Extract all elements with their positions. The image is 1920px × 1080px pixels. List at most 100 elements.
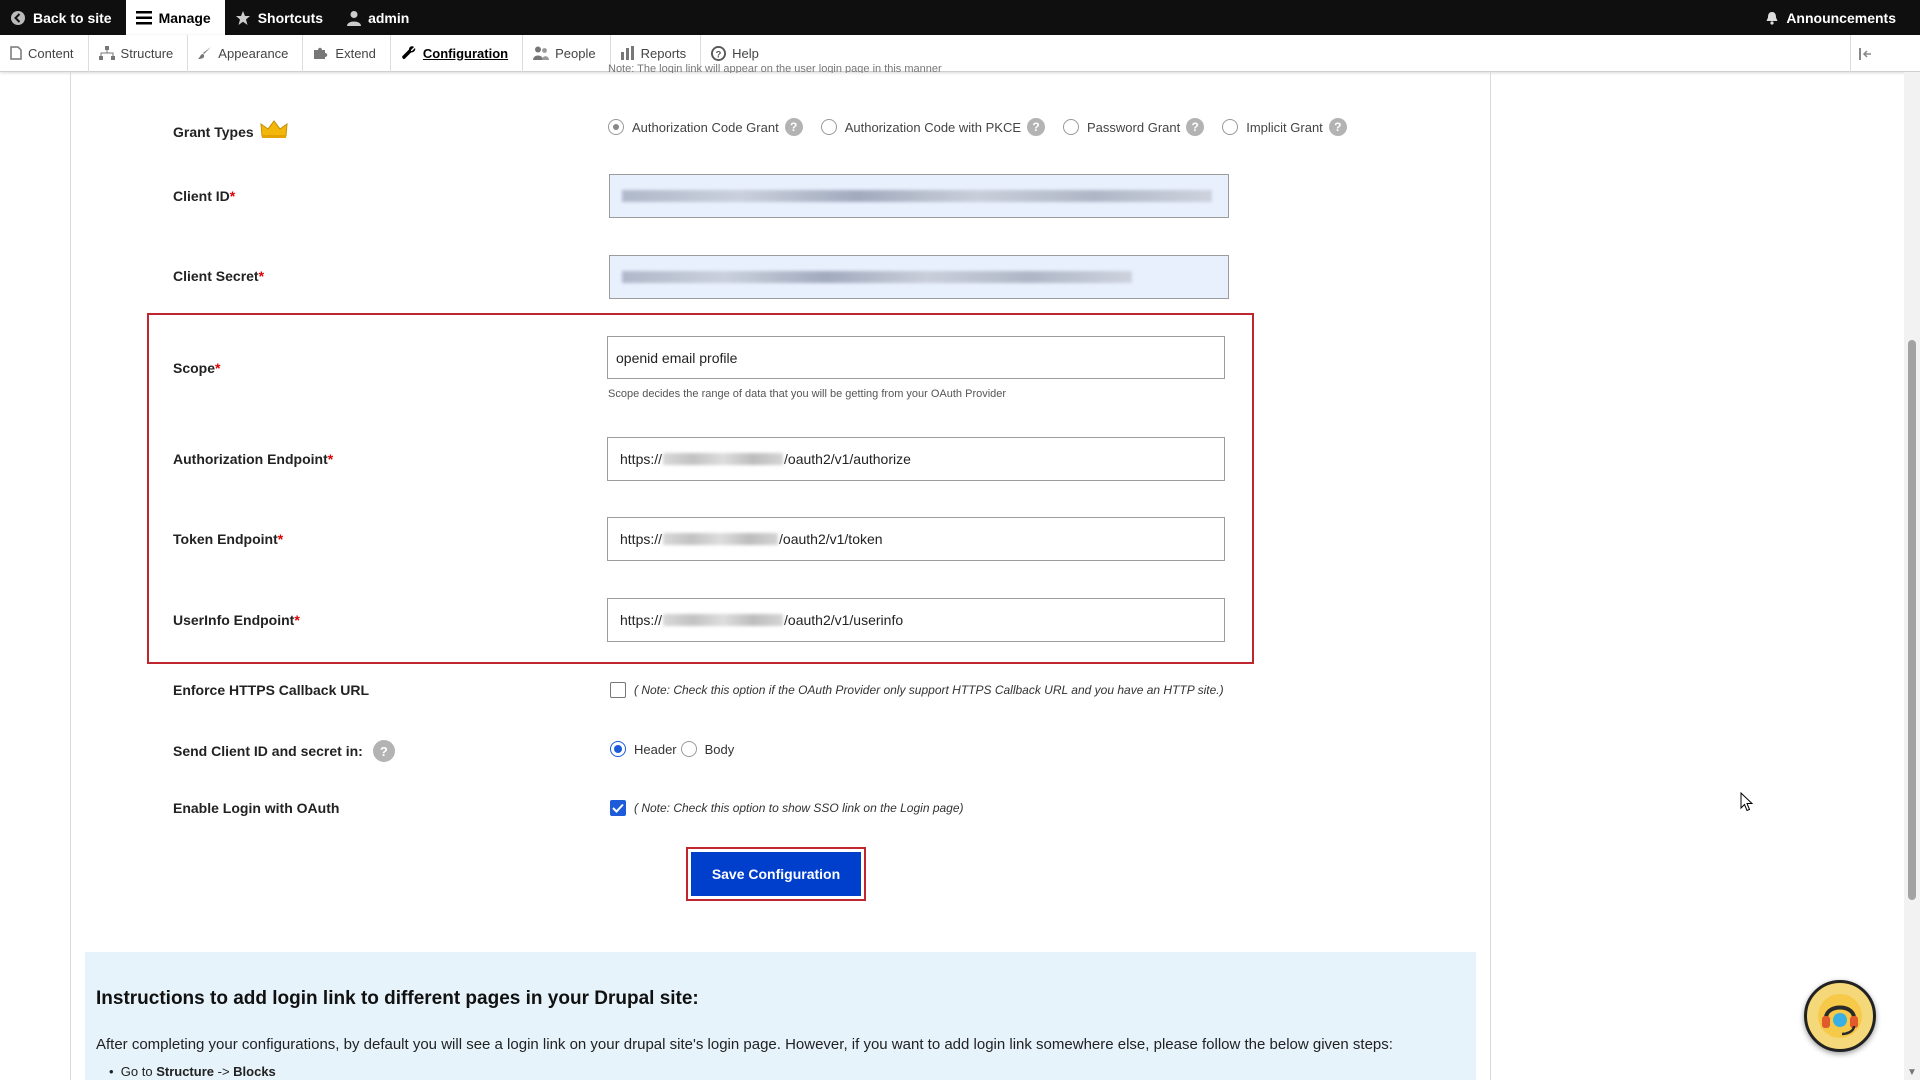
scope-value: openid email profile xyxy=(616,349,738,366)
grant-types-options: Authorization Code Grant ? Authorization… xyxy=(608,118,1365,136)
svg-text:?: ? xyxy=(716,49,722,59)
redacted-value xyxy=(622,271,1132,283)
tray-item-label: Help xyxy=(732,45,759,61)
user-label: admin xyxy=(368,9,410,26)
help-icon[interactable]: ? xyxy=(372,740,395,762)
tray-item-people[interactable]: People xyxy=(523,34,611,72)
tray-item-label: People xyxy=(555,45,596,61)
token-endpoint-input[interactable]: https:///oauth2/v1/token xyxy=(607,517,1225,561)
login-link-note: Note: The login link will appear on the … xyxy=(608,63,942,73)
crown-icon xyxy=(259,120,288,138)
tray-item-label: Configuration xyxy=(422,45,509,61)
send-radio-header[interactable] xyxy=(610,741,626,757)
back-arrow-icon xyxy=(11,10,25,25)
scope-input[interactable]: openid email profile xyxy=(607,336,1225,379)
scroll-down-arrow-icon[interactable]: ▼ xyxy=(1907,1067,1917,1078)
authorization-endpoint-label: Authorization Endpoint* xyxy=(173,451,334,467)
enable-login-label: Enable Login with OAuth xyxy=(173,800,340,816)
authorization-endpoint-input[interactable]: https:///oauth2/v1/authorize xyxy=(607,437,1225,481)
userinfo-endpoint-input[interactable]: https:///oauth2/v1/userinfo xyxy=(607,598,1225,642)
scroll-thumb[interactable] xyxy=(1908,340,1916,900)
tray-item-label: Reports xyxy=(640,45,687,61)
tray-item-extend[interactable]: Extend xyxy=(303,34,391,72)
enforce-https-checkbox[interactable] xyxy=(610,682,626,698)
manage-tab[interactable]: Manage xyxy=(125,0,225,35)
help-icon[interactable]: ? xyxy=(1328,118,1347,136)
page-scrollbar[interactable]: ▼ xyxy=(1904,72,1920,1080)
shortcuts-label: Shortcuts xyxy=(257,9,324,26)
user-icon xyxy=(347,10,362,26)
tray-orientation-toggle[interactable] xyxy=(1850,35,1880,72)
brush-icon xyxy=(198,47,212,59)
instructions-body: After completing your configurations, by… xyxy=(96,1036,1393,1053)
grant-radio-authorization-code[interactable] xyxy=(608,119,624,135)
tray-item-label: Extend xyxy=(335,45,376,61)
client-id-label: Client ID* xyxy=(173,188,236,204)
redacted-host xyxy=(663,533,779,545)
star-icon xyxy=(235,10,250,25)
grant-option-label: Authorization Code with PKCE xyxy=(844,119,1022,135)
enable-login-row: ( Note: Check this option to show SSO li… xyxy=(610,800,964,816)
instructions-panel: Instructions to add login link to differ… xyxy=(85,952,1476,1080)
tray-item-label: Content xyxy=(28,45,74,61)
announcements-tab[interactable]: Announcements xyxy=(1755,0,1920,35)
client-secret-input[interactable] xyxy=(609,255,1229,299)
grant-option-label: Implicit Grant xyxy=(1246,119,1323,135)
instructions-step: • Go to Structure -> Blocks xyxy=(109,1064,276,1079)
tray-item-structure[interactable]: Structure xyxy=(89,34,189,72)
content-border-right xyxy=(1490,72,1491,1080)
manage-label: Manage xyxy=(158,9,211,26)
shortcuts-tab[interactable]: Shortcuts xyxy=(225,0,337,35)
save-configuration-button[interactable]: Save Configuration xyxy=(691,852,861,896)
help-icon[interactable]: ? xyxy=(1027,118,1046,136)
sitemap-icon xyxy=(98,46,115,60)
back-to-site-link[interactable]: Back to site xyxy=(0,0,126,35)
enforce-https-note: ( Note: Check this option if the OAuth P… xyxy=(634,683,1224,697)
admin-tray: Content Structure Appearance Extend Conf… xyxy=(0,34,1920,72)
sidebar-toggle-icon xyxy=(1858,47,1871,60)
enable-login-checkbox[interactable] xyxy=(610,800,626,816)
send-option-label: Header xyxy=(634,741,677,757)
help-icon[interactable]: ? xyxy=(1186,118,1205,136)
grant-types-label: Grant Types xyxy=(173,119,288,140)
instructions-title: Instructions to add login link to differ… xyxy=(96,988,699,1009)
announcements-label: Announcements xyxy=(1786,9,1896,26)
user-tab[interactable]: admin xyxy=(337,0,423,35)
back-to-site-label: Back to site xyxy=(33,9,112,26)
bullet-icon: • xyxy=(109,1064,121,1079)
send-option-label: Body xyxy=(704,741,735,757)
grant-option-label: Password Grant xyxy=(1087,119,1181,135)
hamburger-icon xyxy=(135,10,152,24)
save-button-highlight: Save Configuration xyxy=(686,847,866,901)
puzzle-icon xyxy=(314,47,328,59)
grant-radio-pkce[interactable] xyxy=(820,119,837,135)
help-circle-icon: ? xyxy=(711,45,727,61)
support-chat-button[interactable] xyxy=(1804,980,1876,1052)
tray-item-label: Structure xyxy=(120,45,174,61)
grant-option-label: Authorization Code Grant xyxy=(632,119,779,135)
redacted-host xyxy=(663,453,784,465)
bell-icon xyxy=(1766,11,1778,25)
wrench-icon xyxy=(402,46,416,60)
tray-item-content[interactable]: Content xyxy=(0,34,89,72)
headset-icon xyxy=(1818,994,1862,1038)
people-icon xyxy=(533,46,550,60)
client-id-input[interactable] xyxy=(609,174,1229,218)
tray-item-label: Appearance xyxy=(218,45,289,61)
tray-item-configuration[interactable]: Configuration xyxy=(391,34,524,72)
send-radio-body[interactable] xyxy=(680,741,697,757)
checkmark-icon xyxy=(612,803,624,813)
enforce-https-label: Enforce HTTPS Callback URL xyxy=(173,682,370,698)
tray-item-appearance[interactable]: Appearance xyxy=(188,34,304,72)
token-endpoint-label: Token Endpoint* xyxy=(173,531,284,547)
redacted-host xyxy=(663,614,784,626)
send-client-label: Send Client ID and secret in: ? xyxy=(173,740,413,762)
send-client-options: Header Body xyxy=(610,741,734,757)
enable-login-note: ( Note: Check this option to show SSO li… xyxy=(634,801,964,815)
help-icon[interactable]: ? xyxy=(784,118,803,136)
bar-chart-icon xyxy=(620,46,634,60)
file-icon xyxy=(10,46,22,60)
grant-radio-password[interactable] xyxy=(1063,119,1080,135)
grant-radio-implicit[interactable] xyxy=(1222,119,1239,135)
redacted-value xyxy=(622,190,1212,202)
